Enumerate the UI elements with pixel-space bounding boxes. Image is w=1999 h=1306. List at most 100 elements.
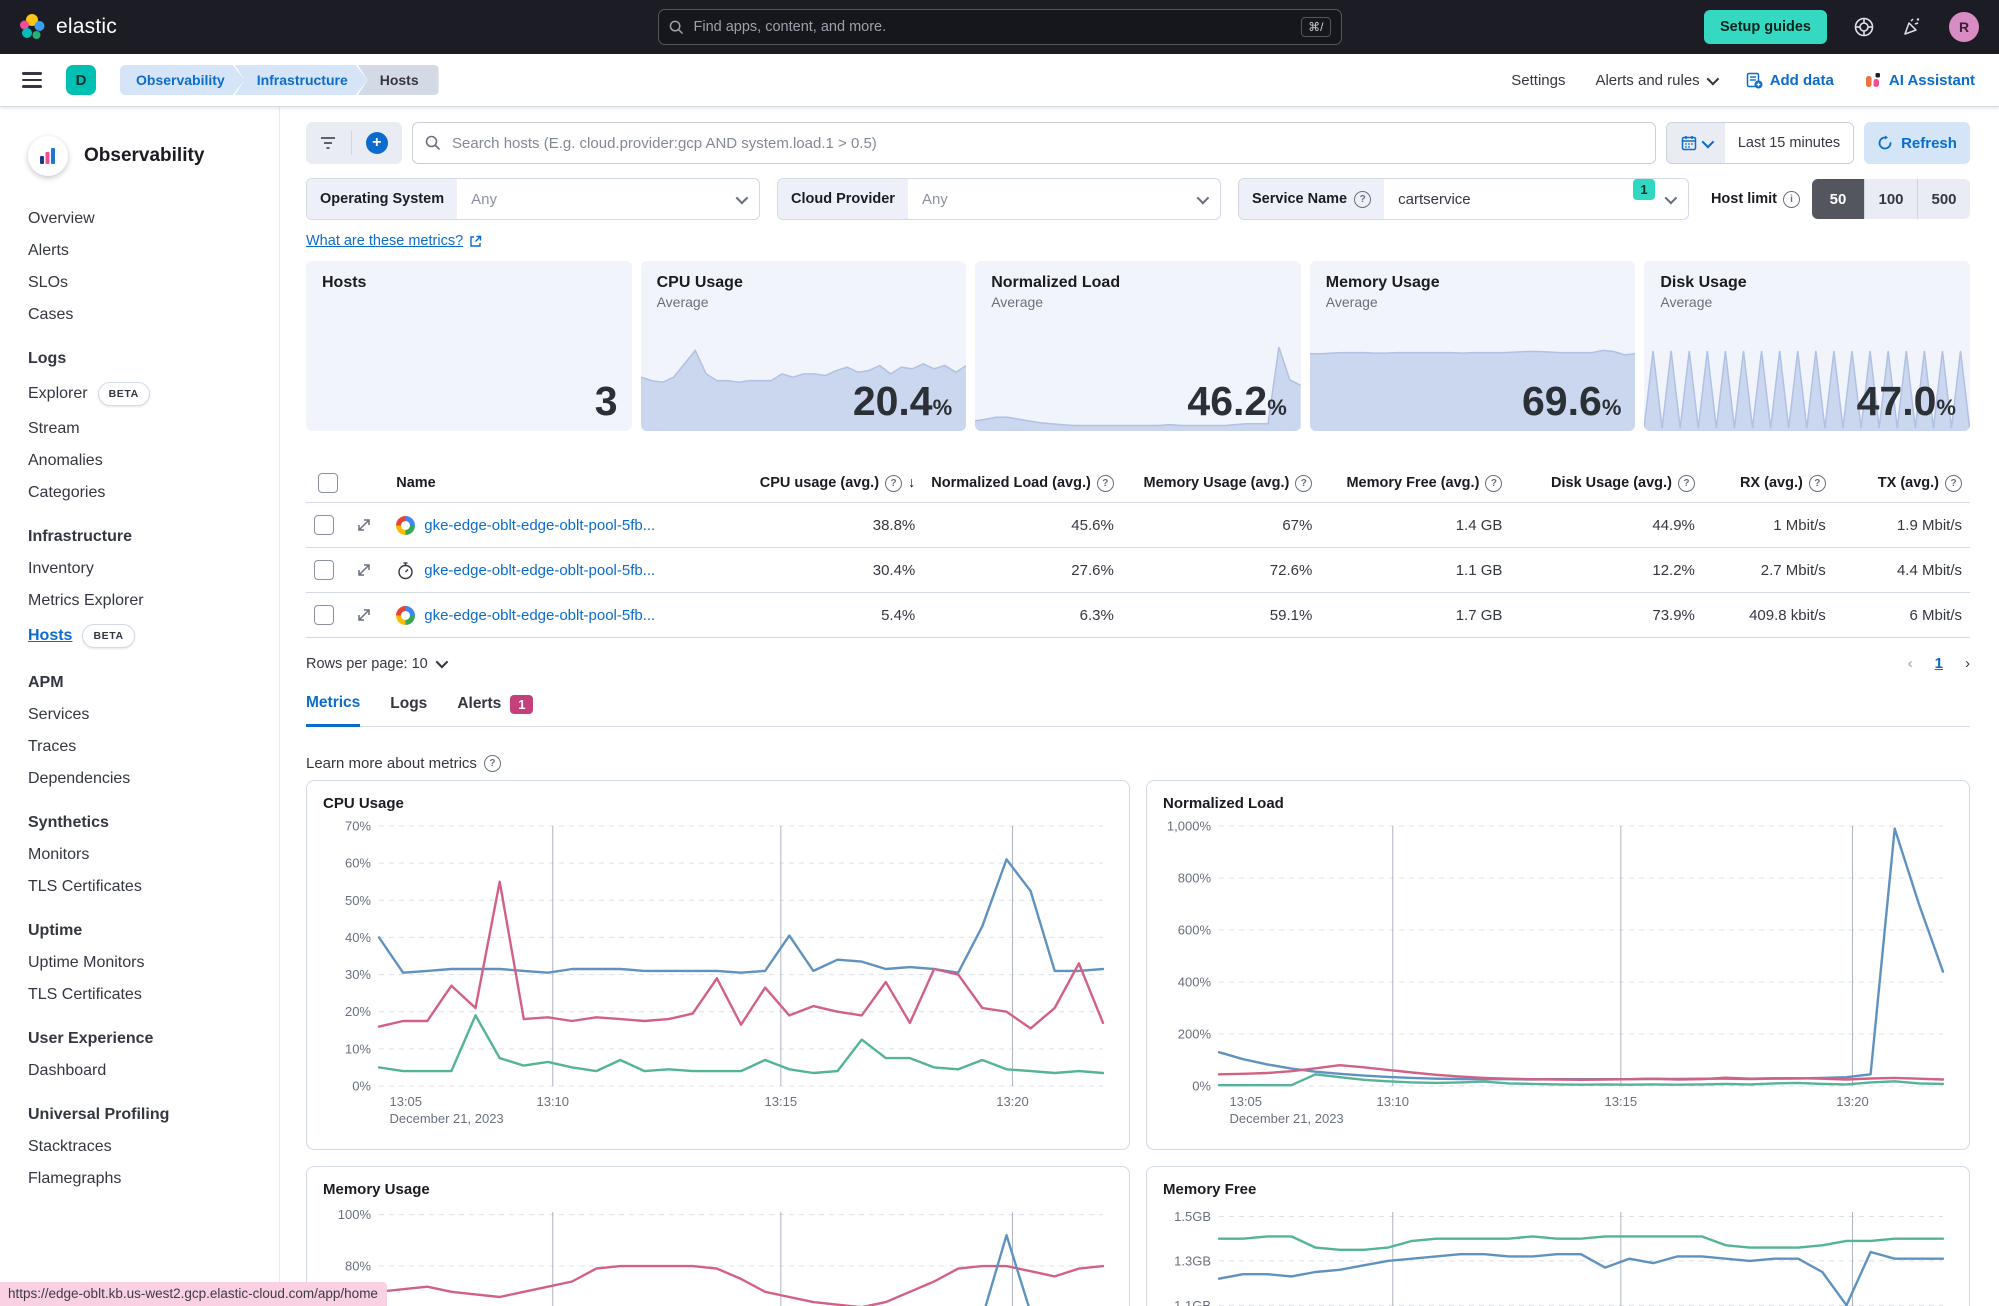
kpi-hosts-card[interactable]: Hosts 3	[306, 261, 632, 431]
sidebar-item-dependencies[interactable]: Dependencies	[28, 770, 279, 788]
kpi-disk-usage-card[interactable]: Disk Usage Average 47.0%	[1644, 261, 1970, 431]
sidebar-item-services[interactable]: Services	[28, 706, 279, 724]
sidebar-item-uptime-tls-certificates[interactable]: TLS Certificates	[28, 986, 279, 1004]
column-header-tx[interactable]: TX (avg.)?	[1878, 474, 1962, 492]
user-avatar[interactable]: R	[1949, 12, 1979, 42]
sidebar-item-flamegraphs[interactable]: Flamegraphs	[28, 1170, 279, 1188]
svg-text:600%: 600%	[1178, 923, 1212, 938]
host-name-link[interactable]: gke-edge-oblt-edge-oblt-pool-5fb...	[424, 562, 655, 579]
alerts-and-rules-menu[interactable]: Alerts and rules	[1595, 72, 1719, 89]
table-row: gke-edge-oblt-edge-oblt-pool-5fb... 5.4%…	[306, 592, 1970, 638]
expand-row-icon[interactable]	[357, 563, 371, 577]
setup-guides-button[interactable]: Setup guides	[1703, 10, 1827, 44]
rows-per-page-select[interactable]: Rows per page: 10	[306, 656, 448, 672]
cpu-usage-chart[interactable]: 0% 10% 20% 30% 40% 50% 60% 70% 13:05 December 21,…	[323, 816, 1113, 1132]
time-range-picker[interactable]: Last 15 minutes	[1666, 122, 1854, 164]
tab-alerts[interactable]: Alerts 1	[457, 694, 534, 726]
chart-title: CPU Usage	[323, 795, 404, 812]
column-header-cpu[interactable]: CPU usage (avg.)? ↓	[760, 474, 915, 492]
sidebar-item-metrics-explorer[interactable]: Metrics Explorer	[28, 592, 279, 610]
global-search[interactable]: ⌘/	[657, 9, 1342, 45]
sidebar-item-dashboard[interactable]: Dashboard	[28, 1062, 279, 1080]
menu-hamburger-icon[interactable]	[22, 72, 42, 88]
space-avatar[interactable]: D	[66, 65, 96, 95]
row-checkbox[interactable]	[314, 605, 334, 625]
kpi-cpu-usage-card[interactable]: CPU Usage Average 20.4%	[640, 261, 967, 431]
select-all-checkbox[interactable]	[317, 473, 338, 493]
sidebar-item-stream[interactable]: Stream	[28, 420, 279, 438]
kpi-hosts-value: 3	[594, 378, 618, 424]
svg-text:80%: 80%	[345, 1259, 371, 1274]
kpi-normalized-load-card[interactable]: Normalized Load Average 46.2%	[975, 261, 1301, 431]
host-limit-50[interactable]: 50	[1812, 179, 1864, 219]
settings-link[interactable]: Settings	[1511, 72, 1565, 89]
sidebar-item-explorer[interactable]: Explorer BETA	[28, 382, 279, 406]
sidebar-item-alerts[interactable]: Alerts	[28, 242, 279, 260]
what-are-these-metrics-link[interactable]: What are these metrics?	[306, 233, 482, 249]
sidebar-item-categories[interactable]: Categories	[28, 484, 279, 502]
sidebar-section-apm: APM	[28, 674, 64, 691]
chevron-down-icon	[1701, 135, 1715, 148]
host-name-link[interactable]: gke-edge-oblt-edge-oblt-pool-5fb...	[424, 517, 655, 534]
memory-free-chart[interactable]: 1.5GB1.3GB1.1GB0.9GB13:05December 21, 20…	[1163, 1202, 1953, 1306]
filter-icon[interactable]	[320, 136, 336, 150]
memory-usage-chart[interactable]: 100%80%60%40%20%0%13:05December 21, 2023…	[323, 1202, 1113, 1306]
svg-text:13:20: 13:20	[996, 1094, 1029, 1109]
normalized-load-chart[interactable]: 0% 200% 400% 600% 800% 1,000% 13:05 December 21…	[1163, 816, 1953, 1132]
beta-badge: BETA	[82, 624, 135, 648]
sidebar-item-traces[interactable]: Traces	[28, 738, 279, 756]
row-checkbox[interactable]	[314, 515, 334, 535]
help-lifering-icon[interactable]	[1853, 16, 1875, 38]
add-filter-button[interactable]: +	[365, 132, 388, 154]
sidebar-item-tls-certificates[interactable]: TLS Certificates	[28, 878, 279, 896]
global-search-input[interactable]	[691, 18, 1302, 36]
host-name-link[interactable]: gke-edge-oblt-edge-oblt-pool-5fb...	[424, 607, 655, 624]
page-number[interactable]: 1	[1935, 655, 1943, 672]
learn-more-about-metrics-link[interactable]: Learn more about metrics ?	[306, 755, 501, 772]
hosts-search-bar[interactable]	[412, 122, 1656, 164]
host-limit-500[interactable]: 500	[1917, 179, 1970, 219]
kpi-memory-usage-card[interactable]: Memory Usage Average 69.6%	[1309, 261, 1636, 431]
sidebar-item-inventory[interactable]: Inventory	[28, 560, 279, 578]
sidebar-item-slos[interactable]: SLOs	[28, 274, 279, 292]
sidebar-item-anomalies[interactable]: Anomalies	[28, 452, 279, 470]
sidebar-item-cases[interactable]: Cases	[28, 306, 279, 324]
expand-row-icon[interactable]	[357, 608, 371, 622]
column-header-memory-free[interactable]: Memory Free (avg.)?	[1346, 474, 1503, 492]
refresh-button[interactable]: Refresh	[1864, 122, 1970, 164]
column-header-name[interactable]: Name	[396, 475, 436, 491]
elastic-logo[interactable]: elastic	[18, 12, 117, 42]
news-party-icon[interactable]	[1901, 16, 1923, 38]
time-range-value[interactable]: Last 15 minutes	[1725, 123, 1853, 163]
service-name-filter[interactable]: Service Name ? cartservice 1	[1238, 178, 1689, 220]
hosts-search-input[interactable]	[450, 133, 1643, 153]
bar-chart-icon	[40, 148, 55, 164]
tab-metrics[interactable]: Metrics	[306, 694, 361, 727]
sidebar-item-monitors[interactable]: Monitors	[28, 846, 279, 864]
next-page-icon[interactable]: ›	[1965, 655, 1970, 672]
expand-row-icon[interactable]	[357, 518, 371, 532]
sidebar-item-stacktraces[interactable]: Stacktraces	[28, 1138, 279, 1156]
svg-text:1,000%: 1,000%	[1167, 819, 1212, 834]
breadcrumb-infrastructure[interactable]: Infrastructure	[235, 65, 368, 95]
breadcrumb-observability[interactable]: Observability	[120, 65, 245, 95]
tab-logs[interactable]: Logs	[390, 695, 427, 725]
sidebar-item-uptime-monitors[interactable]: Uptime Monitors	[28, 954, 279, 972]
breadcrumb-hosts: Hosts	[357, 65, 439, 95]
previous-page-icon[interactable]: ‹	[1908, 655, 1913, 672]
column-header-normalized-load[interactable]: Normalized Load (avg.)?	[931, 474, 1114, 492]
calendar-button[interactable]	[1667, 123, 1725, 163]
host-limit-100[interactable]: 100	[1864, 179, 1917, 219]
sidebar-item-overview[interactable]: Overview	[28, 210, 279, 228]
operating-system-filter[interactable]: Operating System Any	[306, 178, 760, 220]
svg-text:13:05: 13:05	[389, 1094, 422, 1109]
cloud-provider-filter[interactable]: Cloud Provider Any	[777, 178, 1221, 220]
row-checkbox[interactable]	[314, 560, 334, 580]
sidebar-item-hosts[interactable]: Hosts BETA	[28, 624, 279, 648]
column-header-memory-usage[interactable]: Memory Usage (avg.)?	[1143, 474, 1313, 492]
ai-assistant-link[interactable]: AI Assistant	[1864, 71, 1975, 89]
column-header-disk-usage[interactable]: Disk Usage (avg.)?	[1551, 474, 1695, 492]
column-header-rx[interactable]: RX (avg.)?	[1740, 474, 1826, 492]
add-data-link[interactable]: Add data	[1746, 72, 1834, 89]
help-icon: ?	[1485, 474, 1503, 492]
